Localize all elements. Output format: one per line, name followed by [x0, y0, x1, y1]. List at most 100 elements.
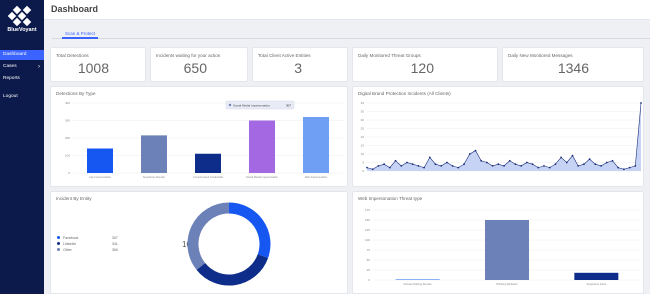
data-point: [423, 166, 425, 169]
stat-card-active-entities: Total Client Active Entities 3: [252, 47, 348, 82]
web-impersonation-bar-chart: 175 150 125 100 75 50 25 0 Domain Parking Domain…: [365, 208, 641, 286]
data-point: [417, 165, 420, 167]
header: Dashboard: [44, 0, 650, 20]
sidebar-item-label: Logout: [3, 94, 18, 99]
donut-slice: [187, 202, 230, 270]
series-line: [366, 102, 642, 170]
bar: [195, 153, 221, 173]
data-point: [485, 161, 488, 164]
data-point: [463, 163, 465, 166]
stat-title: Incidents waiting for your action: [156, 53, 221, 58]
incident-by-entity-card: Incident By Entity Facebook 307 LinkedIn…: [50, 191, 348, 294]
data-point: [491, 165, 494, 167]
sidebar-item-label: Dashboard: [3, 52, 27, 57]
sidebar-item-label: Cases: [3, 64, 17, 69]
stat-value: 650: [183, 60, 207, 76]
data-point: [571, 154, 574, 157]
stat-title: Daily Monitored Threat Groups: [358, 53, 421, 58]
data-point: [537, 166, 540, 169]
sidebar: BlueVoyant Dashboard Cases › Reports Log…: [0, 0, 44, 294]
data-point: [497, 163, 500, 166]
data-point: [446, 161, 448, 164]
data-point: [531, 163, 534, 166]
data-point: [605, 161, 608, 164]
data-point: [514, 163, 517, 166]
bar: [574, 272, 619, 280]
data-point: [440, 165, 443, 167]
data-point: [622, 168, 625, 171]
brand-protection-incidents-card: Digital Brand Protection Incidents (All …: [352, 86, 644, 187]
y-tick-label: 100: [65, 154, 70, 158]
x-tick-label: Domain Parking Domain: [404, 282, 433, 286]
x-tick-label: App Impersonation: [89, 175, 111, 179]
y-tick-label: 20: [361, 135, 365, 139]
y-tick-label: 35: [361, 110, 365, 114]
sidebar-item-dashboard[interactable]: Dashboard: [0, 50, 44, 60]
sidebar-item-cases[interactable]: Cases ›: [0, 62, 44, 72]
web-impersonation-card: Web Impersonation Threat type 175 150 125 1…: [352, 191, 644, 294]
data-point: [600, 165, 602, 167]
bar: [303, 117, 329, 173]
data-point: [503, 165, 505, 167]
data-point: [560, 156, 562, 159]
data-point: [554, 163, 557, 166]
data-point: [508, 159, 511, 162]
data-point: [468, 153, 471, 155]
y-tick-label: 25: [367, 268, 371, 272]
y-tick-label: 25: [361, 127, 365, 131]
data-point: [383, 163, 386, 166]
detections-by-type-card: Detections By Type 400 300 200 100 0 App Impe…: [50, 86, 348, 187]
data-point: [611, 159, 614, 162]
sidebar-item-reports[interactable]: Reports: [0, 74, 44, 84]
y-tick-label: 175: [365, 208, 370, 212]
tooltip-dot: [228, 103, 232, 107]
stat-card-monitored-messages: Daily New Monitored Messages 1346: [502, 47, 644, 82]
data-point: [480, 159, 483, 162]
y-tick-label: 100: [365, 238, 370, 242]
data-point: [411, 163, 414, 166]
y-tick-label: 30: [361, 118, 365, 122]
x-tick-label: Web Impersonation: [305, 175, 328, 179]
y-tick-label: 300: [65, 119, 70, 123]
y-tick-label: 400: [65, 101, 70, 105]
data-point: [457, 166, 460, 169]
data-point: [428, 156, 431, 159]
y-tick-label: 200: [65, 136, 70, 140]
bar: [485, 220, 529, 280]
data-point: [617, 166, 620, 169]
data-point: [548, 166, 551, 169]
data-point: [588, 158, 591, 160]
incidents-area-chart: 40 35 30 25 20 15 10 5 0: [361, 101, 642, 173]
y-tick-label: 5: [362, 161, 364, 165]
x-tick-label: Phishing Websites: [496, 282, 518, 286]
bar: [395, 279, 440, 280]
bluevoyant-logo[interactable]: [4, 4, 40, 40]
stat-value: 120: [410, 60, 434, 76]
data-point: [406, 161, 408, 164]
stat-title: Daily New Monitored Messages: [508, 53, 573, 58]
brand-name: BlueVoyant: [7, 27, 37, 33]
data-point: [565, 161, 568, 164]
data-point: [366, 166, 368, 169]
data-point: [434, 163, 437, 166]
stat-card-incidents-waiting: Incidents waiting for your action 650: [150, 47, 248, 82]
x-tick-label: Suspicious Intent: [586, 282, 606, 286]
y-tick-label: 125: [365, 228, 370, 232]
x-tick-label: Compromised Credentials: [193, 175, 224, 179]
data-point: [520, 165, 523, 167]
stat-value: 3: [294, 60, 302, 76]
stat-title: Total Client Active Entities: [258, 53, 311, 58]
bar: [249, 120, 275, 173]
data-point: [634, 165, 637, 167]
y-tick-label: 0: [68, 171, 70, 175]
y-tick-label: 10: [361, 152, 365, 156]
data-point: [640, 102, 642, 104]
data-point: [371, 168, 374, 171]
data-point: [400, 165, 403, 167]
data-point: [583, 163, 585, 166]
sidebar-item-label: Reports: [3, 76, 20, 81]
stat-value: 1346: [557, 60, 589, 76]
stat-value: 1008: [77, 60, 109, 76]
sidebar-item-logout[interactable]: Logout: [0, 92, 44, 102]
x-tick-label: Suspicious Domain: [143, 175, 166, 179]
